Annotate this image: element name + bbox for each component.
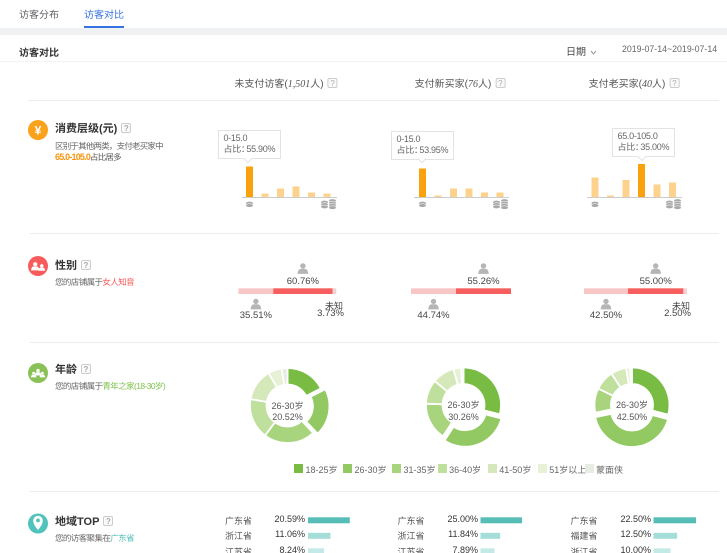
svg-text:¥: ¥ [35, 124, 42, 138]
